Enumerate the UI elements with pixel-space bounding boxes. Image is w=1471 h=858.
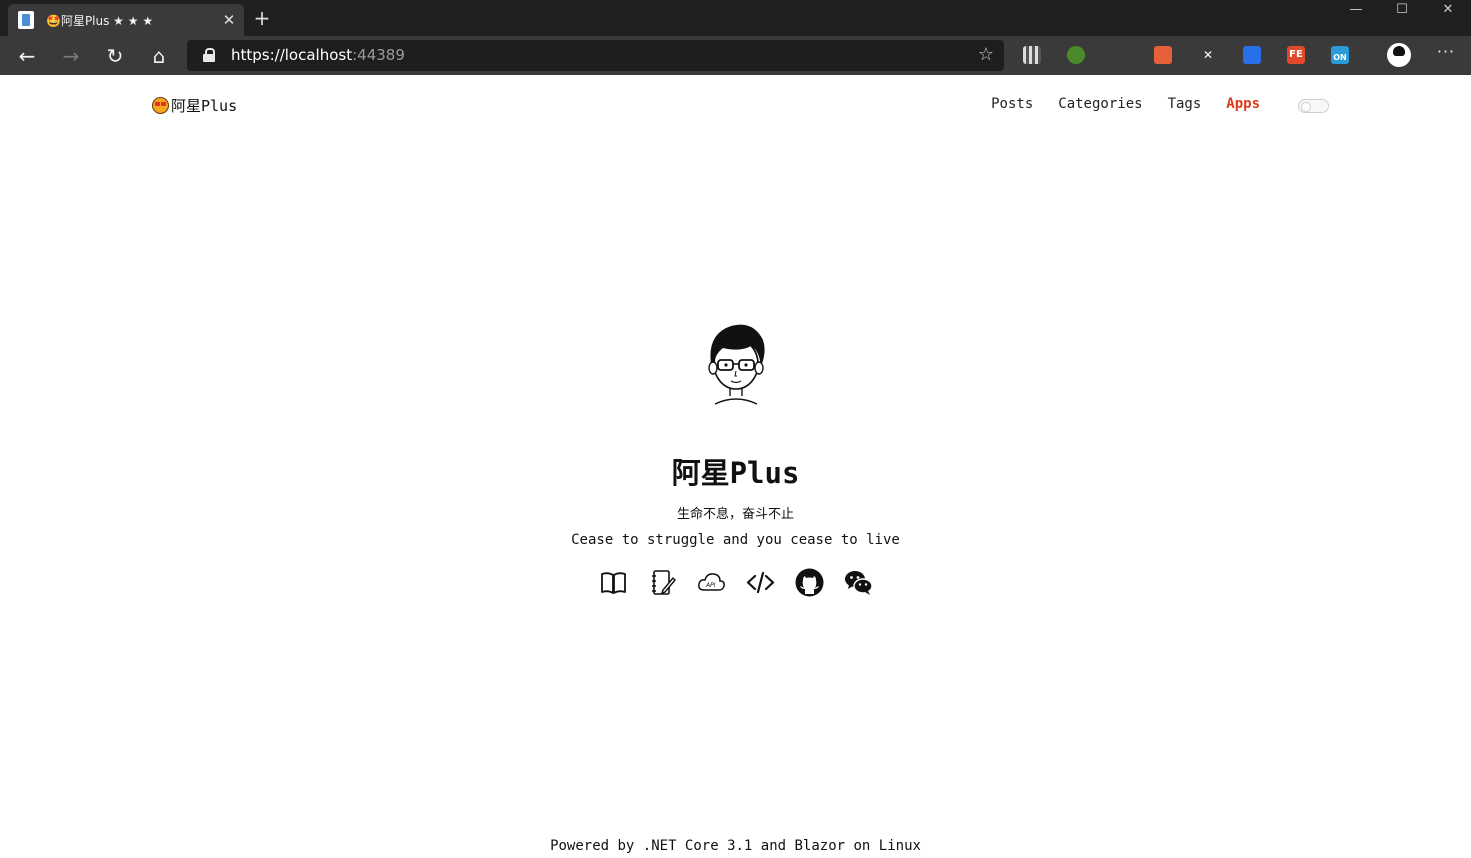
maximize-button[interactable]: ☐ — [1379, 0, 1425, 22]
window-controls: — ☐ ✕ — [1333, 0, 1471, 24]
window-close-button[interactable]: ✕ — [1425, 0, 1471, 22]
browser-tab[interactable]: 🤩阿星Plus ★ ★ ★ ✕ — [8, 4, 244, 36]
site-header: 阿星Plus Posts Categories Tags Apps — [152, 95, 1330, 119]
blue-download-icon[interactable] — [1243, 46, 1261, 64]
favorite-star-icon[interactable]: ☆ — [978, 44, 994, 65]
refresh-button[interactable]: ↻ — [101, 42, 129, 70]
profile-avatar[interactable] — [1387, 43, 1411, 67]
url-host: https://localhost — [231, 46, 353, 64]
orange-extension-icon[interactable] — [1154, 46, 1172, 64]
back-button[interactable]: ← — [13, 42, 41, 70]
avatar — [708, 324, 765, 405]
url-text[interactable]: https://localhost:44389 — [231, 46, 405, 64]
nav-tags[interactable]: Tags — [1168, 96, 1202, 112]
url-port: :44389 — [352, 46, 405, 64]
forward-button[interactable]: → — [57, 42, 85, 70]
cloud-api-icon[interactable]: API — [697, 568, 726, 597]
social-links: API — [599, 568, 873, 598]
main-nav: Posts Categories Tags Apps — [966, 96, 1260, 112]
star-eyes-emoji-icon — [152, 97, 169, 114]
nav-posts[interactable]: Posts — [991, 96, 1033, 112]
browser-tabstrip: 🤩阿星Plus ★ ★ ★ ✕ + — ☐ ✕ — [0, 0, 1471, 36]
site-footer: Powered by .NET Core 3.1 and Blazor on L… — [550, 838, 921, 854]
nav-categories[interactable]: Categories — [1058, 96, 1142, 112]
browser-toolbar: ← → ↻ ⌂ https://localhost:44389 ☆ ✕ FE O… — [0, 36, 1471, 75]
browser-menu-button[interactable]: ··· — [1434, 42, 1458, 61]
brand-name: 阿星Plus — [171, 97, 238, 115]
hero-motto: 生命不息，奋斗不止 — [676, 507, 794, 522]
notebook-pen-icon[interactable] — [648, 568, 677, 597]
tab-title: 🤩阿星Plus ★ ★ ★ — [46, 13, 154, 28]
on-extension-icon[interactable]: ON — [1331, 46, 1349, 64]
x-extension-icon[interactable]: ✕ — [1199, 46, 1217, 64]
wechat-icon[interactable] — [844, 568, 873, 597]
close-tab-button[interactable]: ✕ — [220, 11, 238, 29]
home-button[interactable]: ⌂ — [145, 42, 173, 70]
minimize-button[interactable]: — — [1333, 0, 1379, 22]
github-icon[interactable] — [795, 568, 824, 597]
svg-text:API: API — [705, 582, 716, 589]
page-favicon-icon — [18, 11, 34, 29]
theme-toggle[interactable] — [1298, 99, 1329, 113]
nav-apps[interactable]: Apps — [1226, 96, 1260, 112]
lock-icon[interactable] — [203, 48, 215, 62]
green-leaf-icon[interactable] — [1067, 46, 1085, 64]
new-tab-button[interactable]: + — [252, 8, 272, 28]
address-bar[interactable]: https://localhost:44389 ☆ — [187, 40, 1004, 71]
qr-code-icon[interactable] — [1023, 46, 1041, 64]
fe-extension-icon[interactable]: FE — [1287, 46, 1305, 64]
book-icon[interactable] — [599, 568, 628, 597]
page-content: 阿星Plus Posts Categories Tags Apps 阿星Plus… — [0, 75, 1471, 858]
brand-link[interactable]: 阿星Plus — [152, 95, 237, 116]
hero-title: 阿星Plus — [671, 456, 800, 490]
code-icon[interactable] — [746, 568, 775, 597]
hero-subtitle: Cease to struggle and you cease to live — [571, 532, 900, 548]
